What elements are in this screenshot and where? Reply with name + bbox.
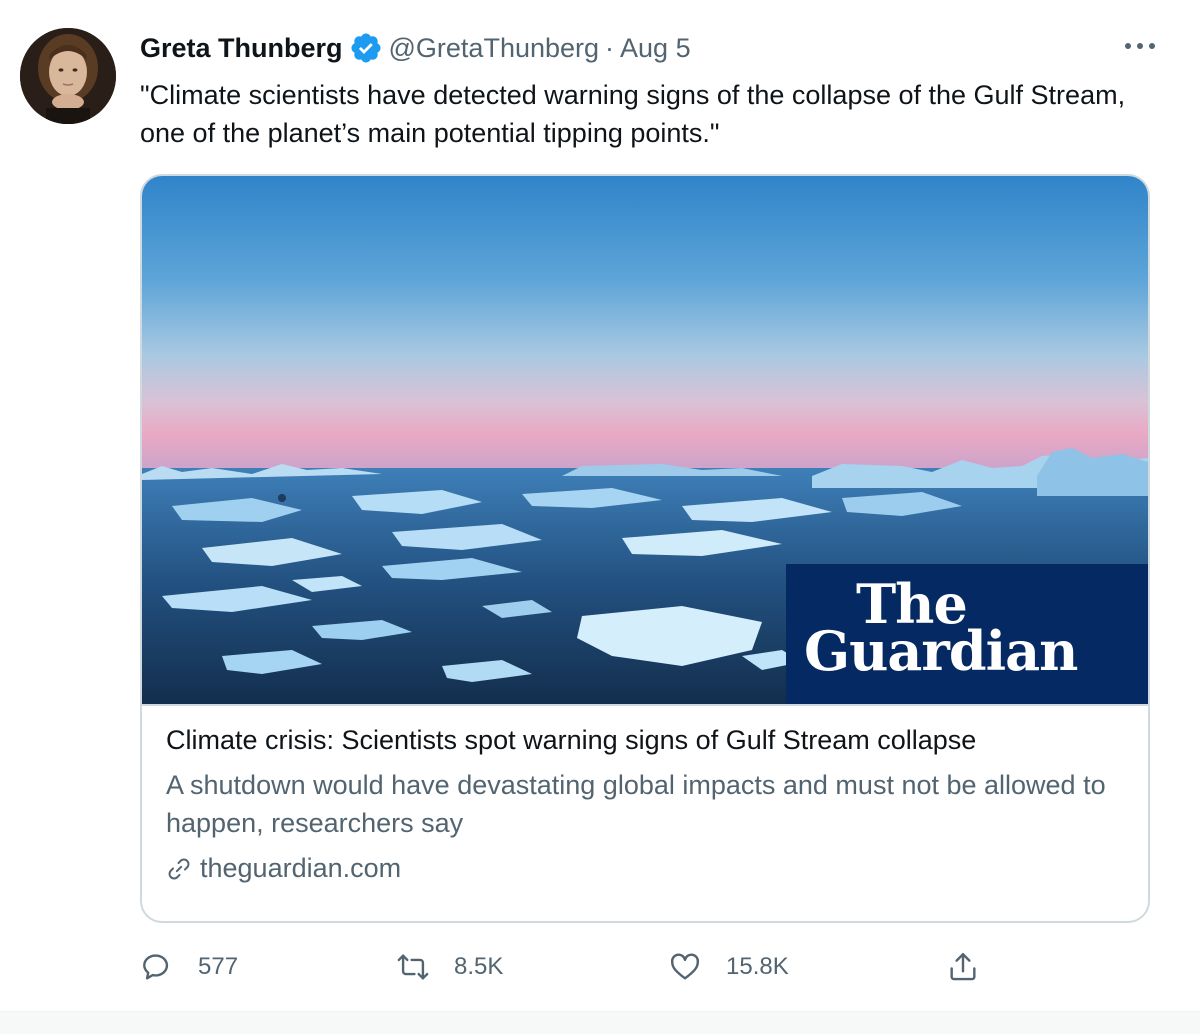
card-domain[interactable]: theguardian.com [166, 850, 1126, 886]
card-body[interactable]: Climate crisis: Scientists spot warning … [166, 722, 1126, 886]
like-count: 15.8K [726, 953, 789, 980]
link-icon [166, 855, 192, 881]
verified-badge-icon [349, 31, 383, 65]
reply-icon [140, 950, 174, 984]
retweet-count: 8.5K [454, 953, 504, 980]
link-preview-card[interactable]: The Guardian Climate crisis: Scientists … [140, 174, 1150, 923]
tweet-header: Greta Thunberg @GretaThunberg · Aug 5 [140, 28, 691, 68]
card-image[interactable]: The Guardian [142, 176, 1148, 706]
bottom-divider [0, 1011, 1200, 1034]
tweet-text: "Climate scientists have detected warnin… [140, 80, 1126, 148]
share-button[interactable] [946, 944, 980, 990]
like-button[interactable]: 15.8K [668, 944, 789, 990]
card-domain-text: theguardian.com [200, 853, 402, 883]
header-separator: · [605, 32, 615, 63]
more-horizontal-icon[interactable] [1120, 30, 1160, 62]
retweet-button[interactable]: 8.5K [396, 944, 503, 990]
author-handle[interactable]: @GretaThunberg [389, 33, 600, 64]
logo-word-guardian: Guardian [804, 619, 1078, 683]
reply-button[interactable]: 577 [140, 944, 238, 990]
guardian-logo: The Guardian [786, 564, 1148, 704]
tweet-date[interactable]: Aug 5 [620, 33, 691, 64]
card-title[interactable]: Climate crisis: Scientists spot warning … [166, 722, 1126, 758]
author-name[interactable]: Greta Thunberg [140, 33, 343, 64]
retweet-icon [396, 950, 430, 984]
reply-count: 577 [198, 953, 239, 980]
heart-icon [668, 950, 702, 984]
share-icon [946, 950, 980, 984]
tweet-actions: 577 8.5K 15.8K [140, 944, 1040, 990]
card-description: A shutdown would have devastating global… [166, 770, 1106, 838]
author-avatar[interactable] [20, 28, 116, 124]
